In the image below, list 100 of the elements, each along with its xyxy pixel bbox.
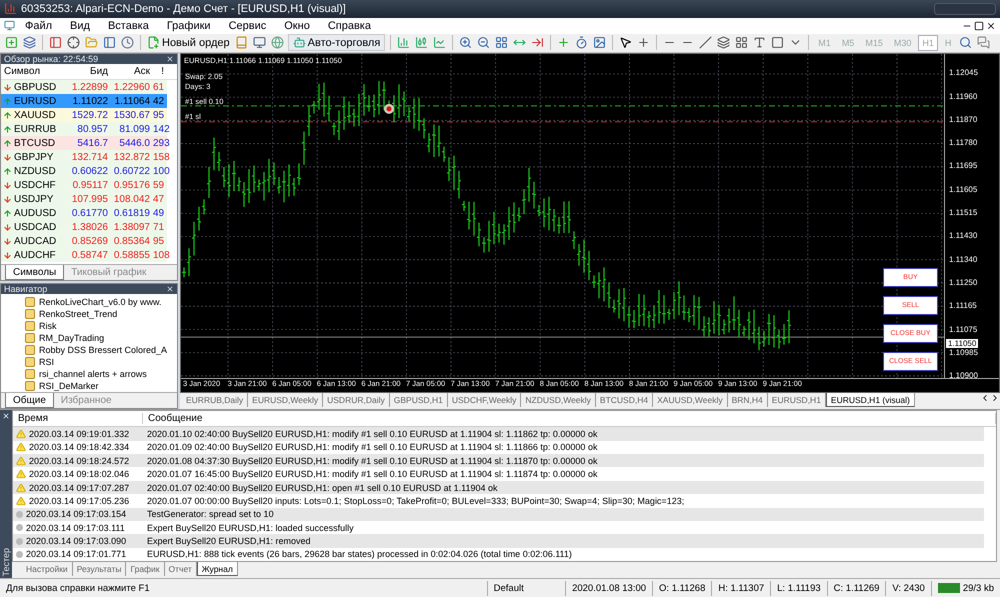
close-icon[interactable] [166, 55, 174, 64]
symbol-row[interactable]: USDCAD 1.38026 1.38097 71 [1, 220, 167, 234]
symbol-row[interactable]: GBPUSD 1.22899 1.22960 61 [1, 80, 167, 94]
menu-item[interactable]: Окно [276, 20, 318, 32]
app-logo-icon [4, 2, 17, 16]
time-cell: 2020.03.14 09:19:01.332 [13, 428, 143, 439]
chart-tab[interactable]: XAUUSD,Weekly [653, 393, 728, 408]
price-tick: 1.11250 [949, 278, 978, 287]
price-tick: 1.10900 [949, 371, 978, 380]
symbol-row[interactable]: AUDCAD 0.85269 0.85364 95 [1, 234, 167, 248]
bid-cell-text: 0.58747 [70, 250, 109, 261]
journal-row[interactable]: 2020.03.14 09:19:01.332 2020.01.10 02:40:00 BuySell20 EURUSD,H1: modify #1 sell 0.10 EURUSD at 1.11904 sl: 1.11862 tp: 0.00000 ok [13, 427, 984, 441]
column-header[interactable]: Аск [111, 66, 153, 78]
indicator-item[interactable]: Risk [1, 320, 177, 332]
chart-tab[interactable]: USDCHF,Weekly [448, 393, 522, 408]
chart-tab[interactable]: EURUSD,H1 (visual) [826, 393, 915, 408]
journal-row[interactable]: 2020.03.14 09:18:42.334 2020.01.09 02:40:00 BuySell20 EURUSD,H1: modify #1 sell 0.10 EURUSD at 1.11904 sl: 1.11866 tp: 0.00000 ok [13, 440, 984, 454]
chart-tab[interactable]: GBPUSD,H1 [390, 393, 448, 408]
clock-icon[interactable] [120, 34, 135, 52]
new-order-button[interactable]: Новый ордер [146, 34, 231, 52]
time-cell: 2020.03.14 09:18:42.334 [13, 442, 143, 452]
journal-row[interactable]: 2020.03.14 09:17:03.090 Expert BuySell20 EURUSD,H1: removed [13, 534, 984, 548]
profile-name: Default [486, 580, 566, 596]
tester-tab[interactable]: График [126, 562, 165, 576]
periods-icon[interactable] [574, 34, 590, 52]
ask-cell-text: 1.38097 [112, 222, 151, 233]
journal-row[interactable]: 2020.03.14 09:17:03.154 TestGenerator: spread set to 10 [13, 508, 984, 521]
symbol-row[interactable]: XAUUSD 1529.72 1530.67 95 [1, 108, 167, 122]
symbol-row[interactable]: BTCUSD 5416.7 5446.0 293 [1, 136, 167, 150]
indicator-icon [25, 381, 35, 392]
price-tick: 1.11780 [949, 138, 978, 148]
indicator-item[interactable]: rsi_channel alerts + arrows [1, 368, 177, 380]
chart-tab[interactable]: NZDUSD,Weekly [521, 393, 596, 408]
chart-tab[interactable]: EURUSD,Weekly [248, 393, 324, 408]
symbol-row[interactable]: AUDCHF 0.58747 0.58855 108 [1, 248, 167, 262]
message-cell-text: 2020.01.07 02:40:00 BuySell20 EURUSD,H1: open #1 sell 0.10 EURUSD at 1.11904 ok [146, 482, 499, 493]
symbol-row[interactable]: EURUSD 1.11022 1.11064 42 [1, 94, 167, 108]
menu-item[interactable]: Сервис [220, 20, 274, 32]
menu-item[interactable]: Вид [62, 20, 98, 32]
panel-title: Обзор рынка: 22:54:59 [4, 54, 98, 64]
panel-tab[interactable]: Символы [5, 265, 64, 280]
symbol-row[interactable]: NZDUSD 0.60622 0.60722 100 [1, 164, 167, 178]
ask-cell-text: 0.60722 [112, 166, 151, 177]
indicator-item[interactable]: RSI [1, 356, 177, 368]
bid-cell-text: 1529.72 [70, 110, 109, 121]
ask-cell-text: 0.61819 [112, 208, 151, 219]
symbol-row[interactable]: AUDUSD 0.61770 0.61819 49 [1, 206, 167, 220]
message-cell-text: 2020.01.09 02:40:00 BuySell20 EURUSD,H1: modify #1 sell 0.10 EURUSD at 1.11904 sl: 1.11866 tp: 0.00000 ok [146, 442, 598, 452]
column-header[interactable]: Бид [63, 66, 111, 78]
spread-cell-text: 71 [153, 222, 166, 233]
chart-tab[interactable]: BTCUSD,H4 [596, 393, 654, 408]
panel-tab[interactable]: Общие [5, 393, 54, 408]
volume: V: 2430 [885, 580, 931, 596]
trend-line-icon[interactable] [698, 34, 714, 52]
bid-cell-text: 0.85269 [70, 236, 109, 247]
journal-row[interactable]: 2020.03.14 09:17:07.287 2020.01.07 02:40:00 BuySell20 EURUSD,H1: open #1 sell 0.10 EURUSD at 1.11904 ok [13, 480, 984, 494]
warning-icon [16, 496, 26, 506]
ask-cell-text: 1530.67 [112, 110, 151, 121]
restore-icon[interactable] [974, 20, 984, 31]
crosshair-icon[interactable] [66, 34, 81, 52]
indicator-item[interactable]: RenkoLiveChart_v6.0 by www. [1, 296, 177, 308]
tester-tab[interactable]: Результаты [72, 562, 126, 576]
chart-tab[interactable]: USDRUR,Daily [323, 393, 390, 408]
chart-tab[interactable]: EURRUB,Daily [182, 393, 248, 408]
menu-item[interactable]: Графики [158, 20, 219, 32]
column-header[interactable]: ! [153, 66, 167, 78]
menu-item[interactable]: Вставка [100, 20, 157, 32]
column-header[interactable]: Символ [1, 66, 63, 78]
symbol-cell: EURRUB [1, 124, 63, 135]
indicator-item[interactable]: RSI_DeMarker [1, 380, 177, 392]
open-price: O: 1.11268 [652, 580, 712, 596]
book-icon[interactable] [234, 34, 249, 52]
indicator-item[interactable]: Robby DSS Bressert Colored_A [1, 344, 177, 356]
warning-icon [16, 469, 26, 480]
menu-item[interactable]: Справка [320, 20, 379, 32]
profiles-icon[interactable] [22, 34, 37, 52]
symbol-cell: USDJPY [1, 194, 63, 205]
journal-row[interactable]: 2020.03.14 09:17:03.111 Expert BuySell20 EURUSD,H1: loaded successfully [13, 521, 984, 534]
symbol-row[interactable]: EURRUB 80.957 81.099 142 [1, 122, 167, 136]
warning-icon [16, 456, 26, 466]
close-icon[interactable] [986, 20, 996, 31]
tester-tab[interactable]: Настройки [22, 562, 73, 576]
column-header[interactable]: Сообщение [143, 413, 996, 424]
close-price: C: 1.11269 [826, 580, 886, 596]
symbol-row[interactable]: GBPJPY 132.714 132.872 158 [1, 150, 167, 164]
column-header[interactable]: Время [13, 413, 143, 424]
symbol-cell: GBPJPY [1, 152, 63, 163]
symbol-row[interactable]: USDCHF 0.95117 0.95176 59 [1, 178, 167, 192]
price-tick: 1.11605 [949, 184, 978, 194]
message-cell-text: 2020.01.07 00:00:00 BuySell20 inputs: Lots=0.1; StopLoss=0; TakeProfit=0; BULevel=333; BUPoint=30; Swap=4; Slip=30; Magic=123; [146, 496, 686, 506]
menu-item[interactable]: Файл [17, 20, 60, 32]
close-icon[interactable] [166, 285, 174, 294]
indicator-item[interactable]: RM_DayTrading [1, 332, 177, 344]
symbol-row[interactable]: USDJPY 107.995 108.042 47 [1, 192, 167, 206]
tester-tab[interactable]: Журнал [196, 562, 238, 576]
chart-tab[interactable]: BRN,H4 [728, 393, 768, 408]
journal-row[interactable]: 2020.03.14 09:18:24.572 2020.01.08 04:37:30 BuySell20 EURUSD,H1: modify #1 sell 0.10 EURUSD at 1.11904 sl: 1.11870 tp: 0.00000 ok [13, 454, 984, 468]
symbol-cell: AUDCHF [1, 250, 63, 261]
indicator-item[interactable]: RenkoStreet_Trend [1, 308, 177, 320]
auto-trading-button[interactable]: Авто-торговля [288, 34, 386, 52]
